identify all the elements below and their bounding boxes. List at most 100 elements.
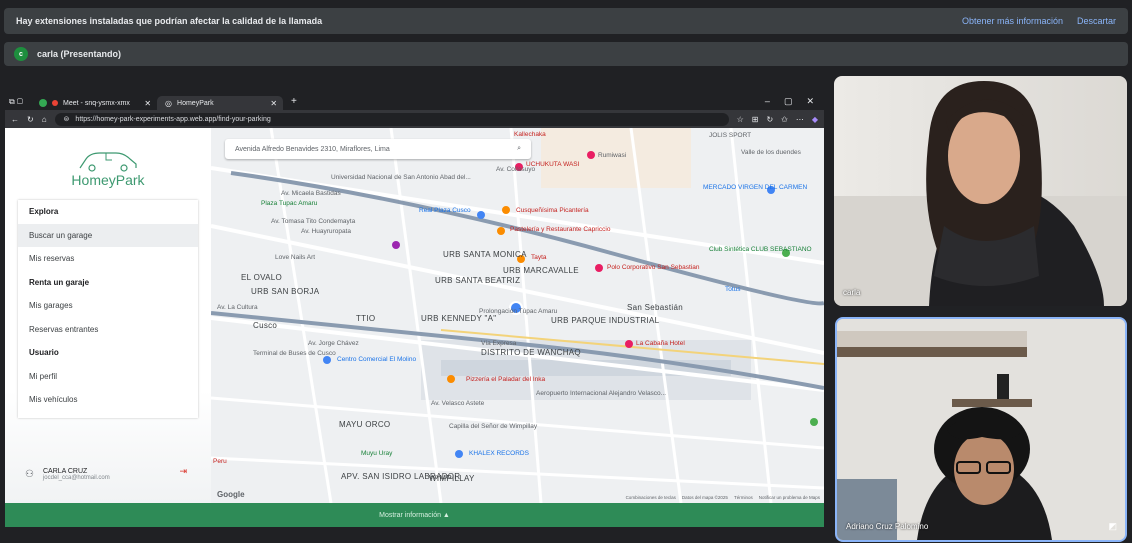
- tab-strip: ⧉ ▢ Meet - snq-ysmx-xmx ✕ ◎ HomeyPark ✕ …: [5, 93, 824, 110]
- map-label: URB KENNEDY "A": [421, 314, 497, 323]
- video-feed: [834, 81, 1127, 306]
- map-label: Peru: [213, 458, 227, 465]
- map-label: URB SAN BORJA: [251, 287, 320, 296]
- extension-warning-text: Hay extensiones instaladas que podrían a…: [16, 16, 323, 26]
- presenting-bar: c carla (Presentando): [4, 42, 1128, 66]
- user-icon: ⚇: [25, 469, 34, 480]
- nav-menu: Explora Buscar un garage Mis reservas Re…: [18, 200, 198, 418]
- map-label: Pizzería el Paladar del Inka: [466, 376, 546, 383]
- map-label: Universidad Nacional de San Antonio Abad…: [331, 174, 471, 181]
- close-tab-icon[interactable]: ✕: [144, 99, 151, 108]
- tab-label: HomeyPark: [177, 99, 214, 107]
- menu-item-reservas-entrantes[interactable]: Reservas entrantes: [18, 318, 198, 342]
- search-icon[interactable]: ⌕: [517, 145, 521, 153]
- presenter-avatar: c: [14, 47, 28, 61]
- shared-screen: ⧉ ▢ Meet - snq-ysmx-xmx ✕ ◎ HomeyPark ✕ …: [5, 93, 824, 527]
- road-label: Av. Tomasa Tito Condemayta: [271, 218, 356, 225]
- back-icon[interactable]: ←: [11, 115, 19, 124]
- logo: HomeyPark: [5, 128, 211, 190]
- search-value: Avenida Alfredo Benavides 2310, Miraflor…: [235, 145, 390, 153]
- user-email: jocdel_cca@hotmail.com: [42, 475, 110, 481]
- menu-header-renta: Renta un garaje: [29, 277, 90, 287]
- map-label: WIMPILLAY: [429, 474, 475, 483]
- participant-name: carla: [843, 288, 861, 297]
- map-label: URB SANTA BEATRIZ: [435, 276, 521, 285]
- map-label: Aeropuerto Internacional Alejandro Velas…: [536, 390, 667, 397]
- map-label: Real Plaza Cusco: [419, 207, 471, 214]
- close-tab-icon[interactable]: ✕: [270, 99, 277, 108]
- map-label: Cusqueñísima Picantería: [516, 207, 589, 214]
- map-footer: Combinaciones de teclas Datos del mapa ©…: [626, 495, 820, 500]
- menu-icon[interactable]: ⋯: [796, 115, 804, 124]
- user-name: CARLA CRUZ: [42, 468, 88, 475]
- reload-icon[interactable]: ↻: [27, 115, 34, 124]
- more-info-link[interactable]: Obtener más información: [962, 16, 1063, 26]
- map-label: Kallechaka: [514, 131, 546, 138]
- globe-icon: ◎: [165, 98, 173, 108]
- home-icon[interactable]: ⌂: [42, 115, 47, 124]
- homeypark-app: HomeyPark Explora Buscar un garage Mis r…: [5, 128, 824, 527]
- show-info-button[interactable]: Mostrar información ▲: [5, 503, 824, 527]
- sidebar: HomeyPark Explora Buscar un garage Mis r…: [5, 128, 211, 503]
- video-feed: [837, 319, 1125, 540]
- menu-item-mis-reservas[interactable]: Mis reservas: [18, 247, 198, 271]
- map-label: Centro Comercial El Molino: [337, 356, 417, 363]
- keyboard-shortcuts-link[interactable]: Combinaciones de teclas: [626, 495, 676, 500]
- map[interactable]: Avenida Alfredo Benavides 2310, Miraflor…: [211, 128, 824, 503]
- road-label: Av. Huayruropata: [301, 228, 351, 235]
- address-bar: ← ↻ ⌂ ⊜ https://homey-park-experiments-a…: [5, 110, 824, 128]
- maximize-button[interactable]: ▢: [784, 96, 793, 107]
- road-label: Av. Collasuyo: [496, 166, 536, 173]
- star-icon[interactable]: ☆: [737, 115, 744, 124]
- menu-item-mis-garages[interactable]: Mis garages: [18, 294, 198, 318]
- url-field[interactable]: ⊜ https://homey-park-experiments-app.web…: [54, 112, 729, 126]
- tab-homeypark[interactable]: ◎ HomeyPark ✕: [157, 96, 284, 110]
- road-label: Av. Velasco Astete: [431, 400, 485, 407]
- extension-icon[interactable]: ⊞: [752, 115, 759, 124]
- car-logo-icon: [79, 152, 137, 172]
- minimize-button[interactable]: –: [765, 96, 770, 107]
- refresh-icon[interactable]: ↻: [766, 115, 773, 124]
- menu-header-usuario: Usuario: [29, 348, 59, 358]
- map-label: Cusco: [253, 321, 278, 330]
- logout-icon[interactable]: ⇥: [179, 466, 187, 477]
- menu-item-mi-perfil[interactable]: Mi perfil: [18, 365, 198, 389]
- map-label: MERCADO VIRGEN DEL CARMEN: [703, 184, 808, 191]
- brand-name: HomeyPark: [71, 172, 145, 188]
- road-label: Vía Expresa: [481, 340, 517, 347]
- site-info-icon[interactable]: ⊜: [64, 115, 70, 123]
- terms-link[interactable]: Términos: [734, 495, 753, 500]
- tab-label: Meet - snq-ysmx-xmx: [63, 99, 130, 107]
- new-tab-button[interactable]: +: [291, 96, 297, 107]
- tab-actions-icon[interactable]: ⧉ ▢: [9, 97, 23, 107]
- menu-item-buscar-garage[interactable]: Buscar un garage: [18, 223, 198, 247]
- map-label: San Sebastián: [627, 303, 683, 312]
- close-window-button[interactable]: ✕: [806, 96, 814, 107]
- copilot-icon[interactable]: ◆: [812, 115, 818, 124]
- menu-item-mis-vehiculos[interactable]: Mis vehículos: [18, 388, 198, 412]
- participant-tile-carla[interactable]: carla: [834, 76, 1127, 306]
- pin-icon[interactable]: ◩: [1108, 521, 1117, 532]
- map-label: Polo Corporativo San Sebastian: [607, 264, 700, 271]
- participant-name: Adriano Cruz Palomino: [846, 522, 929, 531]
- presenter-label: carla (Presentando): [37, 49, 122, 59]
- extension-warning-bar: Hay extensiones instaladas que podrían a…: [4, 8, 1128, 34]
- report-problem-link[interactable]: Notificar un problema de Maps: [759, 495, 820, 500]
- tab-meet[interactable]: Meet - snq-ysmx-xmx ✕: [31, 96, 157, 110]
- road-label: Prolongación Túpac Amaru: [479, 308, 558, 315]
- map-label: Pastelería y Restaurante Capriccio: [510, 226, 611, 233]
- participant-tile-adriano[interactable]: Adriano Cruz Palomino ◩: [835, 317, 1127, 542]
- meet-icon: [39, 99, 48, 107]
- favorites-icon[interactable]: ✩: [781, 115, 788, 124]
- user-card: ⚇ CARLA CRUZ jocdel_cca@hotmail.com: [25, 468, 185, 481]
- map-search-input[interactable]: Avenida Alfredo Benavides 2310, Miraflor…: [225, 139, 531, 159]
- recording-icon: [52, 100, 59, 106]
- map-label: Totus: [725, 286, 741, 293]
- dismiss-link[interactable]: Descartar: [1077, 16, 1116, 26]
- map-label: URB SANTA MONICA: [443, 250, 527, 259]
- map-label: La Cabaña Hotel: [636, 340, 685, 347]
- map-label: URB MARCAVALLE: [503, 266, 579, 275]
- road-label: Av. Micaela Bastidas: [281, 190, 341, 197]
- map-label: MAYU ORCO: [339, 420, 391, 429]
- map-label: EL OVALO: [241, 273, 283, 282]
